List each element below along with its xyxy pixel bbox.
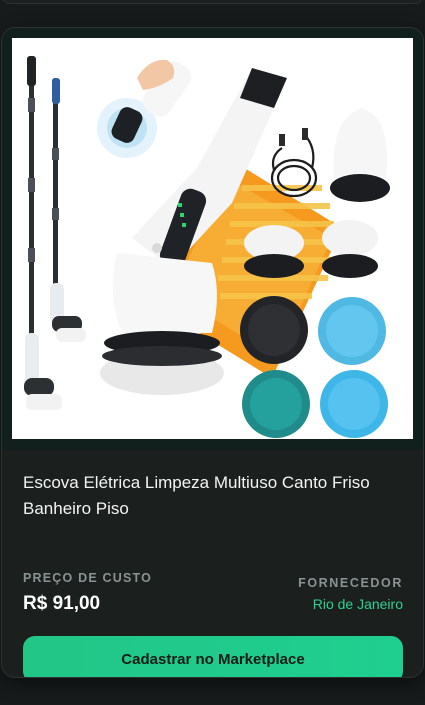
product-card: Escova Elétrica Limpeza Multiuso Canto F…: [1, 27, 424, 678]
dome-brush-head: [330, 108, 390, 202]
cost-price-value: R$ 91,00: [23, 593, 101, 614]
previous-card-edge: [2, 0, 423, 4]
flat-brush-head-2: [322, 220, 378, 278]
extension-pole-2: [50, 78, 86, 342]
supplier-value: Rio de Janeiro: [312, 596, 403, 612]
product-image[interactable]: [12, 38, 413, 439]
product-title[interactable]: Escova Elétrica Limpeza Multiuso Canto F…: [23, 470, 403, 522]
register-marketplace-button[interactable]: Cadastrar no Marketplace: [23, 636, 403, 677]
product-image-area: [2, 28, 423, 450]
supplier-label: FORNECEDOR: [298, 576, 403, 590]
cost-price-label: PREÇO DE CUSTO: [23, 571, 153, 585]
product-info: Escova Elétrica Limpeza Multiuso Canto F…: [2, 450, 423, 677]
flat-brush-head-1: [244, 225, 304, 278]
